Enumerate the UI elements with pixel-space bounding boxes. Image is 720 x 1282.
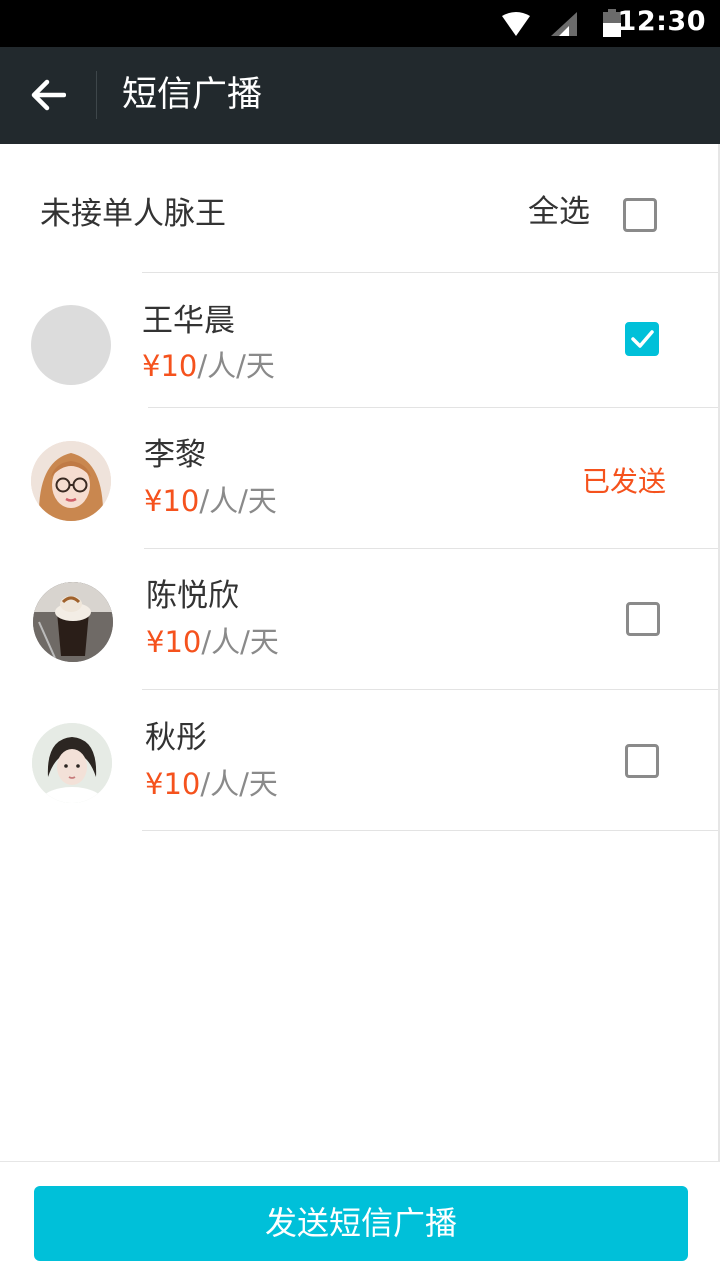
contact-price: ¥10 <box>146 625 202 659</box>
contact-price-unit: /人/天 <box>200 767 278 801</box>
avatar-girl-icon <box>32 723 112 803</box>
avatar-girl-glasses-icon <box>31 441 111 521</box>
contact-row[interactable]: 王华晨 ¥10/人/天 <box>0 272 720 408</box>
avatar-coffee-icon <box>33 582 113 662</box>
signal-icon <box>551 12 577 36</box>
check-icon <box>631 330 654 348</box>
contact-price: ¥10 <box>144 484 200 518</box>
page-title: 短信广播 <box>122 75 263 115</box>
contact-price-line: ¥10/人/天 <box>142 347 275 385</box>
send-sms-broadcast-button[interactable]: 发送短信广播 <box>34 1186 688 1261</box>
group-header: 未接单人脉王 全选 <box>0 144 720 272</box>
contact-price: ¥10 <box>145 767 201 801</box>
contact-name: 李黎 <box>144 437 206 473</box>
contact-name: 王华晨 <box>142 303 235 339</box>
back-arrow-icon <box>31 79 66 111</box>
avatar-placeholder <box>31 305 111 385</box>
select-all-label[interactable]: 全选 <box>528 192 590 232</box>
contact-row[interactable]: 秋彤 ¥10/人/天 <box>0 690 720 826</box>
contact-price-line: ¥10/人/天 <box>146 623 279 661</box>
group-title: 未接单人脉王 <box>40 196 226 232</box>
app-bar-divider <box>96 71 97 119</box>
contact-name: 秋彤 <box>145 720 207 756</box>
contact-price-unit: /人/天 <box>201 625 279 659</box>
contact-checkbox[interactable] <box>626 602 660 636</box>
contact-checkbox[interactable] <box>625 744 659 778</box>
contact-name: 陈悦欣 <box>146 578 239 614</box>
wifi-icon <box>502 12 530 36</box>
divider <box>142 830 720 831</box>
contact-price-line: ¥10/人/天 <box>145 765 278 803</box>
bottom-action-bar: 发送短信广播 <box>0 1161 720 1282</box>
app-bar: 短信广播 <box>0 47 720 144</box>
contact-checkbox-checked[interactable] <box>625 322 659 356</box>
contact-row[interactable]: 陈悦欣 ¥10/人/天 <box>0 549 720 685</box>
avatar <box>31 441 111 521</box>
contact-row[interactable]: 李黎 ¥10/人/天 已发送 <box>0 408 720 544</box>
contact-price-unit: /人/天 <box>197 349 275 383</box>
avatar <box>32 723 112 803</box>
contact-price: ¥10 <box>142 349 198 383</box>
avatar <box>33 582 113 662</box>
back-button[interactable] <box>20 69 76 121</box>
status-bar: 12:30 <box>0 0 720 47</box>
contact-price-unit: /人/天 <box>199 484 277 518</box>
sent-status-label: 已发送 <box>582 465 667 498</box>
contact-price-line: ¥10/人/天 <box>144 482 277 520</box>
status-time: 12:30 <box>617 6 706 37</box>
select-all-checkbox[interactable] <box>623 198 657 232</box>
